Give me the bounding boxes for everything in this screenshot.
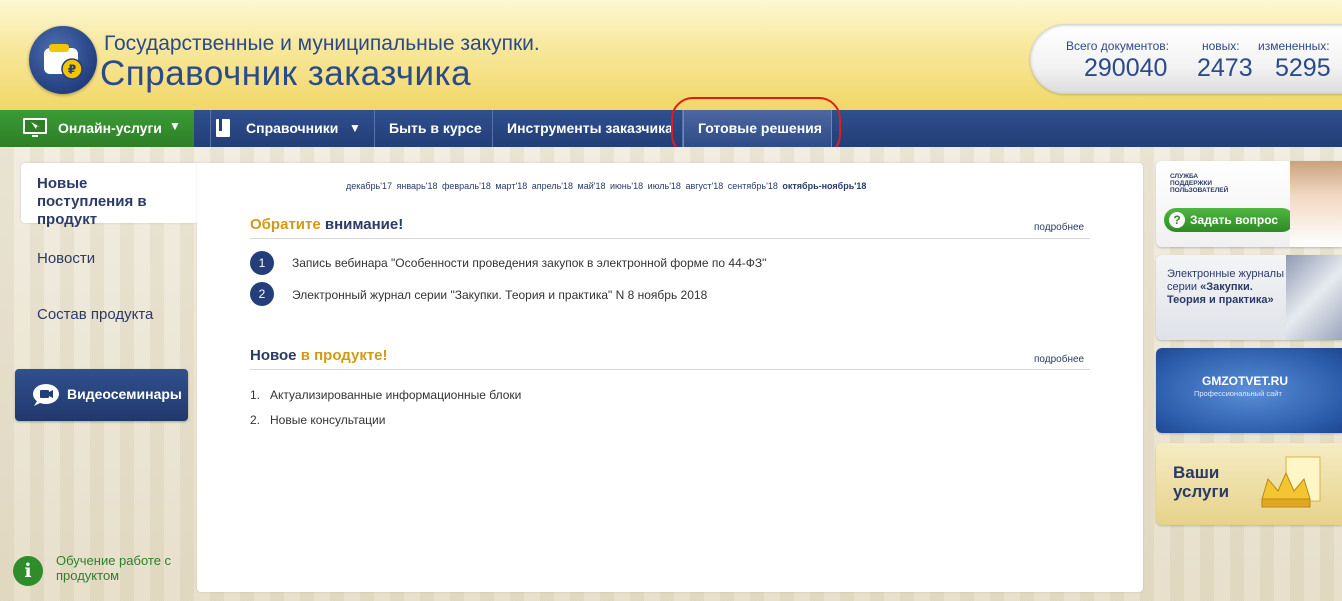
- nav-item-reference[interactable]: Справочники ▼: [210, 110, 375, 147]
- monitor-icon: [23, 118, 47, 137]
- video-seminars-label: Видеосеминары: [67, 386, 182, 402]
- month-link[interactable]: июль'18: [648, 181, 681, 191]
- new-in-product-more-link[interactable]: подробнее: [1034, 354, 1084, 365]
- month-link[interactable]: апрель'18: [532, 181, 573, 191]
- current-month-link[interactable]: октябрь-ноябрь'18: [782, 181, 866, 191]
- list-item[interactable]: 1. Актуализированные информационные блок…: [250, 388, 521, 402]
- new-title-part1: Новое: [250, 347, 297, 364]
- number-badge: 1: [250, 251, 274, 275]
- journals-image: [1286, 255, 1342, 340]
- attention-title-part1: Обратите: [250, 216, 321, 233]
- video-seminars-button[interactable]: Видеосеминары: [15, 369, 188, 421]
- header-title-line2: Справочник заказчика: [100, 54, 472, 93]
- list-item-label: Актуализированные информационные блоки: [270, 388, 522, 402]
- chevron-down-icon: ▼: [169, 119, 181, 133]
- month-link[interactable]: сентябрь'18: [728, 181, 778, 191]
- sidebar-item-news[interactable]: Новости: [37, 250, 95, 267]
- nav-item-news-label: Быть в курсе: [389, 120, 482, 136]
- journals-banner[interactable]: Электронные журналы серии «Закупки. Теор…: [1156, 255, 1342, 340]
- attention-more-link[interactable]: подробнее: [1034, 222, 1084, 233]
- svg-text:₽: ₽: [68, 63, 76, 77]
- question-icon: ?: [1169, 212, 1185, 228]
- new-docs-label: новых:: [1202, 39, 1240, 53]
- month-link[interactable]: март'18: [495, 181, 527, 191]
- attention-item-webinar[interactable]: Запись вебинара "Особенности проведения …: [292, 256, 766, 270]
- info-icon[interactable]: i: [13, 556, 43, 586]
- journals-banner-text: Электронные журналы серии «Закупки. Теор…: [1167, 268, 1292, 307]
- gmzotvet-subtitle: Профессиональный сайт: [1194, 389, 1282, 398]
- document-counters: Всего документов: 290040 новых: 2473 изм…: [1030, 24, 1342, 94]
- nav-online-services-label: Онлайн-услуги: [58, 120, 162, 136]
- nav-online-services[interactable]: Онлайн-услуги ▼: [0, 110, 194, 147]
- month-link[interactable]: август'18: [685, 181, 723, 191]
- attention-section-title: Обратите внимание!: [250, 216, 403, 233]
- sidebar-item-contents[interactable]: Состав продукта: [37, 306, 153, 323]
- changed-docs-value[interactable]: 5295: [1275, 54, 1331, 83]
- services-banner[interactable]: Ваши услуги: [1156, 443, 1342, 525]
- month-link[interactable]: декабрь'17: [346, 181, 392, 191]
- chat-bubble-icon: [33, 384, 59, 406]
- product-training-label: Обучение работе с продуктом: [56, 553, 172, 583]
- wallet-logo-icon[interactable]: ₽: [29, 26, 97, 94]
- month-link[interactable]: февраль'18: [442, 181, 491, 191]
- attention-item-journal[interactable]: Электронный журнал серии "Закупки. Теори…: [292, 288, 707, 302]
- month-archive-bar: декабрь'17 январь'18 февраль'18 март'18 …: [346, 181, 866, 191]
- new-docs-value[interactable]: 2473: [1197, 54, 1253, 83]
- support-agent-image: [1290, 161, 1342, 247]
- total-docs-label: Всего документов:: [1066, 39, 1170, 53]
- nav-item-tools[interactable]: Инструменты заказчика: [493, 110, 683, 147]
- new-in-product-title: Новое в продукте!: [250, 347, 388, 364]
- site-header: ₽ Государственные и муниципальные закупк…: [0, 0, 1342, 110]
- sidebar-item-new-arrivals-label: Новые поступления в продукт: [37, 175, 147, 228]
- month-link[interactable]: январь'18: [397, 181, 438, 191]
- gmzotvet-banner[interactable]: GMZOTVET.RU Профессиональный сайт: [1156, 348, 1342, 433]
- month-link[interactable]: май'18: [578, 181, 606, 191]
- month-link[interactable]: июнь'18: [610, 181, 643, 191]
- nav-item-news[interactable]: Быть в курсе: [374, 110, 493, 147]
- ask-question-button[interactable]: ? Задать вопрос: [1164, 208, 1294, 232]
- nav-item-reference-label: Справочники: [246, 120, 339, 136]
- section-divider: [250, 369, 1090, 370]
- number-badge: 2: [250, 282, 274, 306]
- product-training-link[interactable]: Обучение работе с продуктом: [56, 553, 176, 583]
- book-icon: [216, 119, 230, 137]
- gmzotvet-title: GMZOTVET.RU: [1202, 374, 1288, 388]
- chevron-down-icon: ▼: [349, 121, 361, 135]
- support-banner[interactable]: СЛУЖБА ПОДДЕРЖКИ ПОЛЬЗОВАТЕЛЕЙ ? Задать …: [1156, 161, 1342, 247]
- total-docs-value[interactable]: 290040: [1084, 54, 1167, 83]
- header-title-line1: Государственные и муниципальные закупки.: [104, 32, 540, 55]
- support-service-label: СЛУЖБА ПОДДЕРЖКИ ПОЛЬЗОВАТЕЛЕЙ: [1170, 173, 1229, 194]
- main-content-panel: декабрь'17 январь'18 февраль'18 март'18 …: [197, 163, 1143, 592]
- changed-docs-label: измененных:: [1258, 39, 1330, 53]
- ask-question-label: Задать вопрос: [1190, 213, 1279, 227]
- list-item-label: Новые консультации: [270, 413, 386, 427]
- services-banner-text: Ваши услуги: [1173, 463, 1230, 501]
- crown-icon: [1261, 456, 1321, 508]
- section-divider: [250, 238, 1090, 239]
- list-item[interactable]: 2. Новые консультации: [250, 413, 385, 427]
- nav-item-tools-label: Инструменты заказчика: [507, 120, 673, 136]
- attention-title-part2: внимание!: [324, 216, 404, 233]
- new-title-part2: в продукте!: [300, 347, 388, 364]
- sidebar-item-new-arrivals[interactable]: Новые поступления в продукт: [21, 163, 197, 228]
